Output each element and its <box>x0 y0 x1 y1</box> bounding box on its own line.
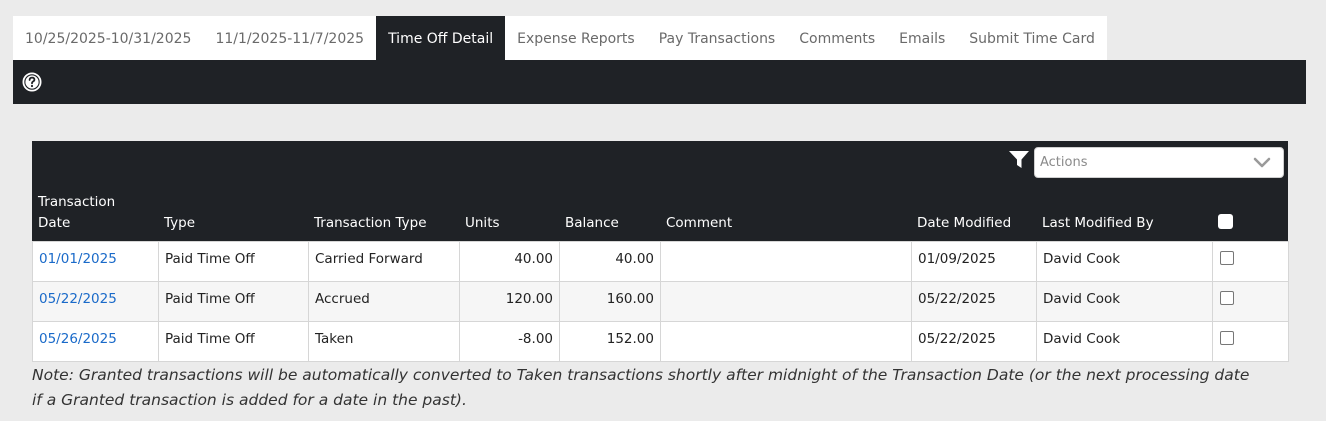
col-header-comment[interactable]: Comment <box>666 213 732 234</box>
date-modified-cell: 01/09/2025 <box>911 241 1037 282</box>
transaction-date-link[interactable]: 05/22/2025 <box>32 281 159 322</box>
date-modified-cell: 05/22/2025 <box>911 281 1037 322</box>
tab-expense-reports[interactable]: Expense Reports <box>505 16 647 60</box>
type-cell: Paid Time Off <box>158 321 309 362</box>
balance-cell: 152.00 <box>559 321 661 362</box>
tab-time-off-detail[interactable]: Time Off Detail <box>376 16 506 60</box>
time-off-grid: Actions Transaction Date Type Transactio… <box>32 141 1289 362</box>
transaction-date-link[interactable]: 05/26/2025 <box>32 321 159 362</box>
last-modified-by-cell: David Cook <box>1036 321 1213 362</box>
last-modified-by-cell: David Cook <box>1036 241 1213 282</box>
col-header-last-modified-by[interactable]: Last Modified By <box>1042 213 1154 234</box>
transaction-type-cell: Taken <box>308 321 460 362</box>
grid-header: Actions Transaction Date Type Transactio… <box>32 141 1288 241</box>
table-row: 05/22/2025 Paid Time Off Accrued 120.00 … <box>32 281 1289 322</box>
tab-comments[interactable]: Comments <box>787 16 887 60</box>
toolbar <box>13 60 1306 104</box>
tab-week-oct-25[interactable]: 10/25/2025-10/31/2025 <box>13 16 203 60</box>
tab-bar: 10/25/2025-10/31/2025 11/1/2025-11/7/202… <box>13 16 1107 60</box>
col-header-units[interactable]: Units <box>465 213 500 234</box>
col-header-balance[interactable]: Balance <box>565 213 619 234</box>
row-checkbox[interactable] <box>1220 291 1234 305</box>
granted-transactions-note: Note: Granted transactions will be autom… <box>32 366 1250 409</box>
transaction-type-cell: Carried Forward <box>308 241 460 282</box>
type-cell: Paid Time Off <box>158 241 309 282</box>
comment-cell <box>660 241 912 282</box>
tab-emails[interactable]: Emails <box>887 16 957 60</box>
transaction-type-cell: Accrued <box>308 281 460 322</box>
row-select-cell <box>1212 241 1289 282</box>
filter-icon[interactable] <box>1008 150 1030 170</box>
tab-submit-time-card[interactable]: Submit Time Card <box>957 16 1107 60</box>
balance-cell: 160.00 <box>559 281 661 322</box>
col-header-date-modified[interactable]: Date Modified <box>917 213 1011 234</box>
tab-pay-transactions[interactable]: Pay Transactions <box>647 16 788 60</box>
select-all-checkbox[interactable] <box>1218 214 1233 229</box>
grid-body: 01/01/2025 Paid Time Off Carried Forward… <box>32 241 1289 362</box>
table-row: 05/26/2025 Paid Time Off Taken -8.00 152… <box>32 321 1289 362</box>
row-checkbox[interactable] <box>1220 251 1234 265</box>
row-checkbox[interactable] <box>1220 331 1234 345</box>
table-row: 01/01/2025 Paid Time Off Carried Forward… <box>32 241 1289 282</box>
units-cell: 40.00 <box>459 241 560 282</box>
date-modified-cell: 05/22/2025 <box>911 321 1037 362</box>
last-modified-by-cell: David Cook <box>1036 281 1213 322</box>
tab-week-nov-1[interactable]: 11/1/2025-11/7/2025 <box>203 16 376 60</box>
row-select-cell <box>1212 321 1289 362</box>
col-header-transaction-type[interactable]: Transaction Type <box>314 213 427 234</box>
chevron-down-icon <box>1253 157 1271 168</box>
transaction-date-link[interactable]: 01/01/2025 <box>32 241 159 282</box>
units-cell: 120.00 <box>459 281 560 322</box>
row-select-cell <box>1212 281 1289 322</box>
balance-cell: 40.00 <box>559 241 661 282</box>
comment-cell <box>660 321 912 362</box>
type-cell: Paid Time Off <box>158 281 309 322</box>
comment-cell <box>660 281 912 322</box>
actions-placeholder: Actions <box>1040 155 1088 170</box>
col-header-type[interactable]: Type <box>164 213 195 234</box>
actions-dropdown[interactable]: Actions <box>1034 147 1284 178</box>
col-header-transaction-date[interactable]: Transaction Date <box>38 192 138 234</box>
question-circle-icon[interactable] <box>22 72 42 92</box>
units-cell: -8.00 <box>459 321 560 362</box>
